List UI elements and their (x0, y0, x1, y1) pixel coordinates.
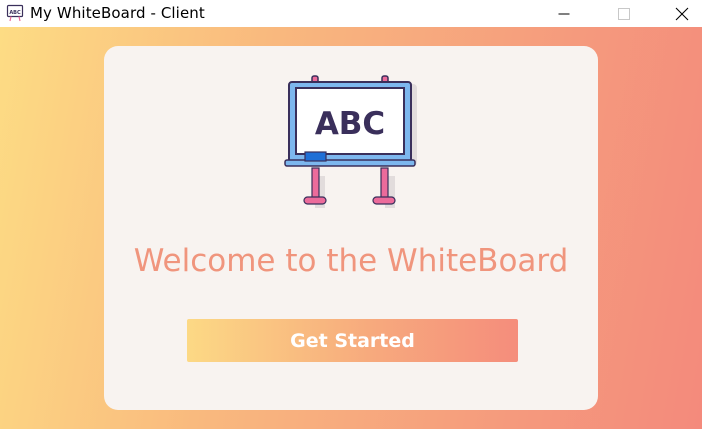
maximize-icon (618, 7, 630, 20)
close-icon (675, 7, 689, 21)
title-bar[interactable]: ABC My WhiteBoard - Client (0, 0, 702, 27)
welcome-heading: Welcome to the WhiteBoard (133, 243, 569, 279)
minimize-icon (558, 8, 570, 20)
svg-text:ABC: ABC (9, 10, 21, 16)
window-title: My WhiteBoard - Client (30, 4, 205, 22)
get-started-button[interactable]: Get Started (187, 319, 518, 362)
maximize-button[interactable] (601, 0, 647, 27)
whiteboard-easel-icon: ABC (283, 72, 419, 212)
whiteboard-icon: ABC (6, 4, 24, 22)
client-area: ABC Welcome to the WhiteBoard Get Starte… (0, 27, 702, 429)
welcome-card: ABC Welcome to the WhiteBoard Get Starte… (104, 46, 598, 410)
minimize-button[interactable] (541, 0, 587, 27)
board-text: ABC (315, 106, 385, 142)
close-button[interactable] (659, 0, 702, 27)
